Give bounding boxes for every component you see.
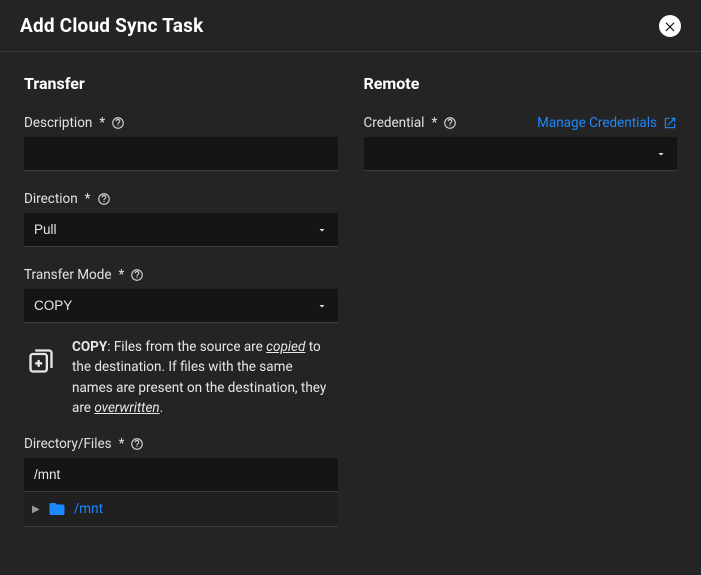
help-icon — [130, 437, 144, 451]
credential-label-row: Credential * Manage Credentials — [364, 115, 678, 131]
direction-label: Direction — [24, 191, 78, 207]
mode-help-text: COPY: Files from the source are copied t… — [24, 337, 338, 418]
close-icon — [663, 19, 677, 33]
panel-body: Transfer Description * Direction * — [0, 52, 701, 575]
direction-select-wrap — [24, 213, 338, 247]
direction-label-row: Direction * — [24, 191, 338, 207]
mode-label: Transfer Mode — [24, 267, 112, 283]
description-field: Description * — [24, 115, 338, 171]
mode-help-pre: : Files from the source are — [107, 339, 266, 355]
transfer-section: Transfer Description * Direction * — [24, 74, 338, 555]
dirfiles-help[interactable] — [130, 437, 144, 451]
dirfiles-label: Directory/Files — [24, 436, 112, 452]
mode-select-wrap — [24, 289, 338, 323]
transfer-title: Transfer — [24, 74, 338, 93]
dirfiles-tree: ▶ /mnt — [24, 492, 338, 527]
required-mark: * — [119, 267, 125, 283]
direction-field: Direction * — [24, 191, 338, 247]
credential-help[interactable] — [443, 116, 457, 130]
mode-field: Transfer Mode * — [24, 267, 338, 323]
mode-help-copied: copied — [266, 339, 305, 355]
description-help[interactable] — [111, 116, 125, 130]
help-icon — [130, 268, 144, 282]
description-label: Description — [24, 115, 92, 131]
chevron-down-icon — [655, 148, 667, 160]
credential-label-left: Credential * — [364, 115, 458, 131]
credential-field: Credential * Manage Credentials — [364, 115, 678, 171]
description-label-row: Description * — [24, 115, 338, 131]
tree-row-mnt[interactable]: ▶ /mnt — [32, 498, 330, 520]
manage-credentials-label: Manage Credentials — [537, 115, 657, 131]
close-button[interactable] — [659, 15, 681, 37]
remote-section: Remote Credential * Manage Credentials — [364, 74, 678, 555]
help-icon — [97, 192, 111, 206]
expand-icon: ▶ — [32, 504, 40, 515]
mode-help-end: . — [160, 400, 164, 416]
panel-header: Add Cloud Sync Task — [0, 0, 701, 52]
dirfiles-label-row: Directory/Files * — [24, 436, 338, 452]
mode-help-over: overwritten — [94, 400, 159, 416]
description-input[interactable] — [24, 137, 338, 171]
copy-plus-icon — [24, 337, 58, 418]
mode-help-bold: COPY — [72, 339, 107, 355]
mode-help[interactable] — [130, 268, 144, 282]
tree-node-label: /mnt — [74, 501, 103, 517]
credential-label: Credential — [364, 115, 425, 131]
mode-select[interactable] — [24, 289, 338, 323]
required-mark: * — [119, 436, 125, 452]
required-mark: * — [99, 115, 105, 131]
mode-help-paragraph: COPY: Files from the source are copied t… — [72, 337, 334, 418]
direction-help[interactable] — [97, 192, 111, 206]
mode-label-row: Transfer Mode * — [24, 267, 338, 283]
required-mark: * — [431, 115, 437, 131]
panel-title: Add Cloud Sync Task — [20, 14, 203, 37]
external-link-icon — [663, 116, 677, 130]
required-mark: * — [85, 191, 91, 207]
dirfiles-input[interactable] — [24, 458, 338, 492]
folder-icon — [48, 500, 66, 518]
help-icon — [111, 116, 125, 130]
direction-select[interactable] — [24, 213, 338, 247]
remote-title: Remote — [364, 74, 678, 93]
add-cloud-sync-panel: Add Cloud Sync Task Transfer Description… — [0, 0, 701, 575]
help-icon — [443, 116, 457, 130]
dirfiles-field: Directory/Files * ▶ /mnt — [24, 436, 338, 527]
manage-credentials-link[interactable]: Manage Credentials — [537, 115, 677, 131]
credential-select[interactable] — [364, 137, 678, 171]
